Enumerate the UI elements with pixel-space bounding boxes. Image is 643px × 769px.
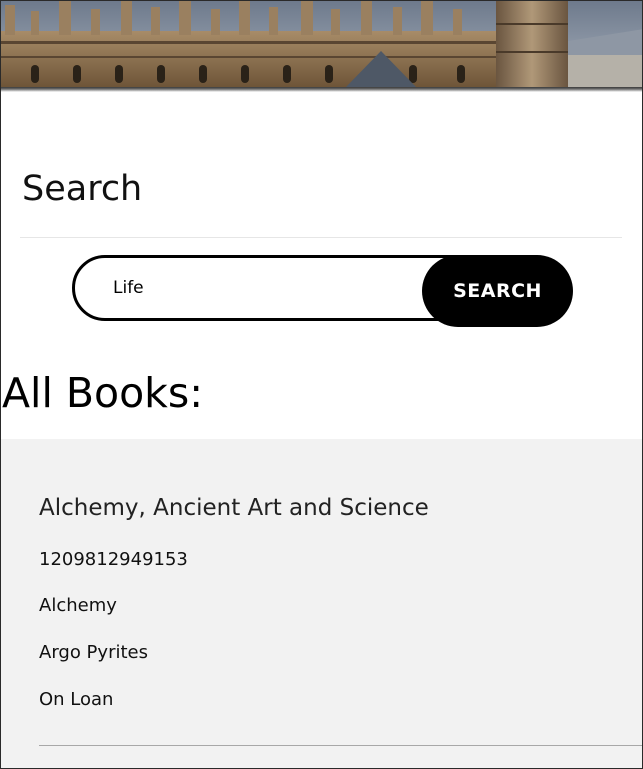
- book-divider: [39, 745, 642, 746]
- book-subject: Alchemy: [39, 595, 117, 616]
- book-author: Argo Pyrites: [39, 642, 148, 663]
- book-title: Alchemy, Ancient Art and Science: [39, 495, 429, 521]
- book-isbn: 1209812949153: [39, 549, 188, 570]
- section-divider: [20, 237, 622, 238]
- book-card: Alchemy, Ancient Art and Science 1209812…: [1, 439, 642, 768]
- page-frame: Search SEARCH All Books: Alchemy, Ancien…: [0, 0, 643, 769]
- all-books-heading: All Books:: [2, 369, 204, 417]
- castle-banner-image: [1, 1, 642, 87]
- book-status: On Loan: [39, 689, 114, 710]
- banner-shadow: [1, 87, 642, 92]
- search-button[interactable]: SEARCH: [422, 255, 573, 327]
- search-form: SEARCH: [72, 255, 573, 327]
- search-heading: Search: [22, 169, 143, 209]
